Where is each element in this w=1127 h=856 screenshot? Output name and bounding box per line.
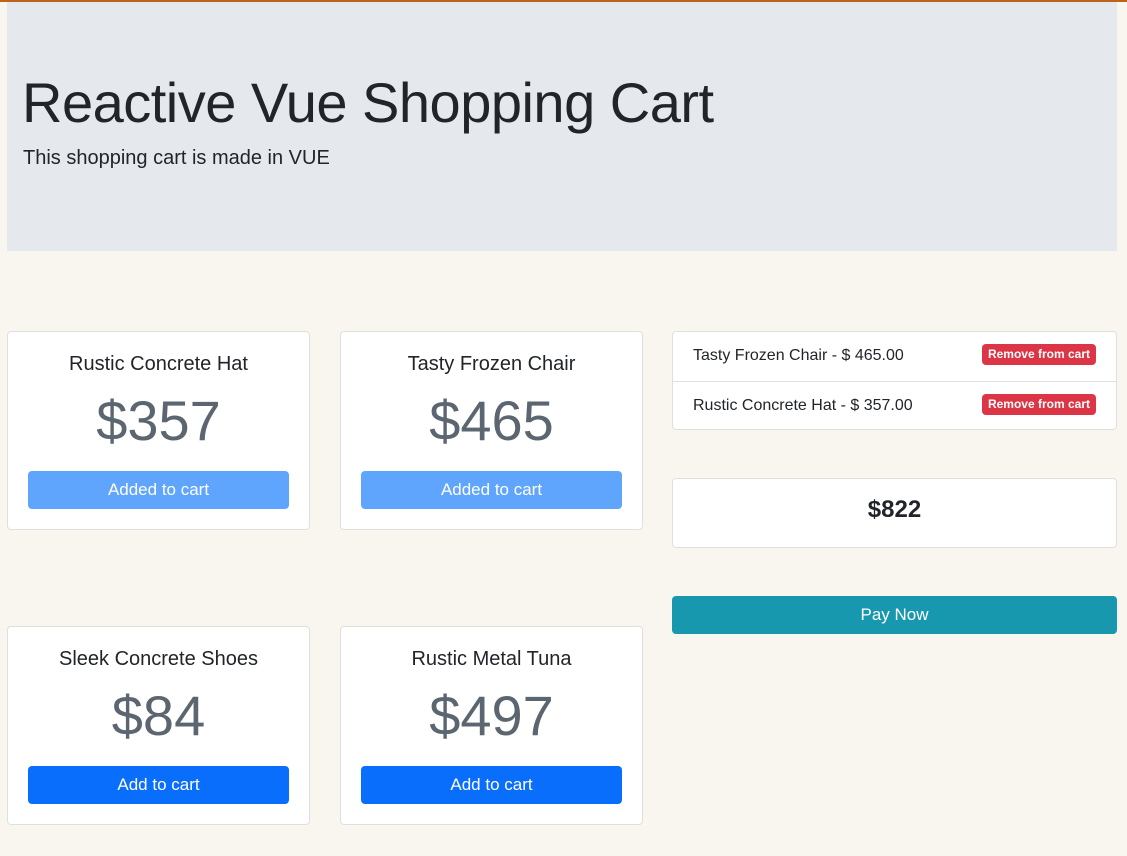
product-card: Sleek Concrete Shoes $84 Add to cart [7, 626, 310, 825]
header-jumbotron: Reactive Vue Shopping Cart This shopping… [7, 2, 1117, 251]
product-price: $465 [429, 389, 554, 452]
cart-total: $822 [867, 496, 922, 523]
product-card: Rustic Metal Tuna $497 Add to cart [340, 626, 643, 825]
product-name: Sleek Concrete Shoes [58, 648, 258, 670]
product-card: Rustic Concrete Hat $357 Added to cart [7, 331, 310, 530]
add-to-cart-button[interactable]: Add to cart [28, 766, 289, 804]
remove-from-cart-button[interactable]: Remove from cart [981, 344, 1096, 365]
page-title: Reactive Vue Shopping Cart [22, 71, 714, 134]
cart-item-label: Tasty Frozen Chair - $ 465.00 [693, 347, 904, 364]
cart-item-list: Tasty Frozen Chair - $ 465.00 Remove fro… [672, 331, 1117, 430]
product-name: Rustic Metal Tuna [411, 648, 572, 670]
add-to-cart-button[interactable]: Add to cart [361, 766, 622, 804]
product-name: Rustic Concrete Hat [69, 353, 248, 375]
product-price: $84 [111, 684, 206, 747]
product-price: $357 [96, 389, 221, 452]
product-price: $497 [429, 684, 554, 747]
pay-now-button[interactable]: Pay Now [672, 596, 1117, 634]
cart-item: Rustic Concrete Hat - $ 357.00 Remove fr… [673, 381, 1116, 430]
remove-from-cart-button[interactable]: Remove from cart [981, 394, 1096, 415]
cart-total-card: $822 [672, 478, 1117, 548]
added-to-cart-button[interactable]: Added to cart [361, 471, 622, 509]
cart-item: Tasty Frozen Chair - $ 465.00 Remove fro… [673, 332, 1116, 381]
page-subtitle: This shopping cart is made in VUE [23, 147, 330, 169]
product-card: Tasty Frozen Chair $465 Added to cart [340, 331, 643, 530]
cart-item-label: Rustic Concrete Hat - $ 357.00 [693, 397, 913, 414]
added-to-cart-button[interactable]: Added to cart [28, 471, 289, 509]
product-name: Tasty Frozen Chair [407, 353, 576, 375]
